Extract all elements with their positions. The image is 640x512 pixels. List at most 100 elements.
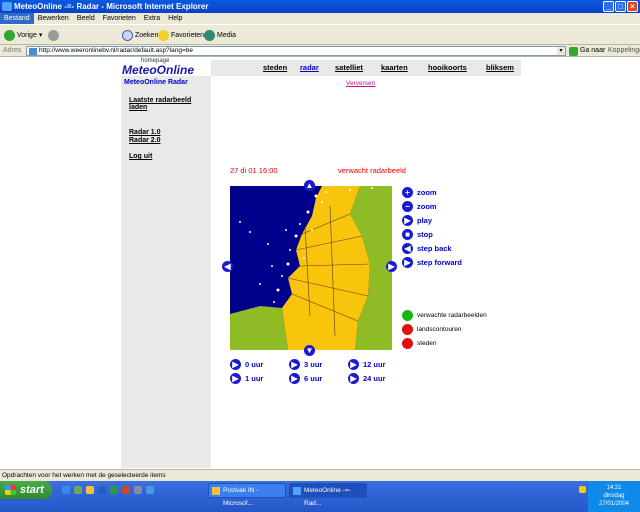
forward-arrow-icon	[48, 30, 59, 41]
radar-1-link[interactable]: Radar 1.0	[129, 129, 161, 137]
menu-favorieten[interactable]: Favorieten	[99, 13, 140, 24]
nav-kaarten[interactable]: kaarten	[381, 63, 408, 72]
favorites-button[interactable]: Favorieten	[158, 29, 204, 42]
links-label[interactable]: Koppelingen	[608, 45, 640, 57]
quicklaunch-ie-icon[interactable]	[62, 486, 70, 494]
step-forward-icon: ▶	[402, 257, 413, 268]
play-icon: ▶	[348, 359, 359, 370]
menu-help[interactable]: Help	[164, 13, 186, 24]
quicklaunch-desktop-icon[interactable]	[74, 486, 82, 494]
pan-down-button[interactable]: ▼	[304, 345, 315, 356]
zoom-in-button[interactable]: + zoom	[402, 187, 437, 198]
time-3h-button[interactable]: ▶ 3 uur	[289, 359, 322, 370]
maximize-button[interactable]: □	[615, 1, 626, 12]
address-bar: Adres http://www.weeronlinebv.nl/radar/d…	[0, 45, 640, 57]
ie-icon	[293, 487, 301, 495]
plus-icon: +	[402, 187, 413, 198]
quicklaunch-word-icon[interactable]	[98, 486, 106, 494]
site-logo[interactable]: homepage MeteoOnline	[121, 58, 211, 77]
address-input[interactable]: http://www.weeronlinebv.nl/radar/default…	[26, 46, 566, 56]
time-12h-button[interactable]: ▶ 12 uur	[348, 359, 386, 370]
radar-map[interactable]	[230, 186, 392, 350]
radar-timestamp: 27 di 01 16:00	[230, 166, 278, 175]
clock-day: dinsdag	[603, 493, 625, 499]
menu-extra[interactable]: Extra	[140, 13, 164, 24]
system-tray: 14:21 dinsdag 27/01/2004	[588, 481, 640, 512]
menu-bewerken[interactable]: Bewerken	[34, 13, 73, 24]
address-url: http://www.weeronlinebv.nl/radar/default…	[39, 47, 193, 54]
search-button[interactable]: Zoeken	[122, 29, 158, 42]
window-title: MeteoOnline -=- Radar - Microsoft Intern…	[14, 2, 209, 11]
back-arrow-icon	[4, 30, 15, 41]
pan-right-button[interactable]: ▶	[386, 261, 397, 272]
star-icon	[158, 30, 169, 41]
pan-up-button[interactable]: ▲	[304, 180, 315, 191]
outlook-icon	[212, 487, 220, 495]
task-outlook[interactable]: Postvak IN - Microsof...	[208, 483, 286, 507]
status-text: Opdrachten voor het werken met de gesele…	[2, 472, 166, 479]
menu-bestand[interactable]: Bestand	[0, 13, 34, 24]
time-1h-button[interactable]: ▶ 1 uur	[230, 373, 263, 384]
quicklaunch-powerpoint-icon[interactable]	[122, 486, 130, 494]
red-dot-icon	[402, 338, 413, 349]
task-ie[interactable]: MeteoOnline -=- Rad...	[289, 483, 367, 507]
top-nav-bg	[211, 60, 521, 76]
go-button[interactable]: Ga naar	[569, 45, 605, 57]
play-icon: ▶	[230, 373, 241, 384]
media-icon	[204, 30, 215, 41]
back-button[interactable]: Vorige ▾	[4, 29, 42, 42]
status-bar: Opdrachten voor het werken met de gesele…	[0, 469, 640, 481]
step-back-icon: ◀	[402, 243, 413, 254]
legend-cities[interactable]: steden	[402, 338, 437, 349]
time-0h-button[interactable]: ▶ 0 uur	[230, 359, 263, 370]
media-button[interactable]: Media	[204, 29, 236, 42]
title-bar: MeteoOnline -=- Radar - Microsoft Intern…	[0, 0, 640, 13]
close-button[interactable]: ×	[627, 1, 638, 12]
quicklaunch-app-icon[interactable]	[134, 486, 142, 494]
minimize-button[interactable]: _	[603, 1, 614, 12]
stop-button[interactable]: ■ stop	[402, 229, 433, 240]
clock-date: 27/01/2004	[598, 501, 630, 507]
nav-radar[interactable]: radar	[300, 63, 319, 72]
france-land	[230, 306, 288, 350]
forward-button[interactable]	[48, 29, 59, 42]
nav-hooikoorts[interactable]: hooikoorts	[428, 63, 467, 72]
address-dropdown-icon[interactable]: ▾	[557, 47, 565, 55]
quicklaunch-excel-icon[interactable]	[110, 486, 118, 494]
pan-left-button[interactable]: ◀	[222, 261, 233, 272]
legend-forecast[interactable]: verwachte radarbeelden	[402, 310, 487, 321]
legend-contours[interactable]: landscontouren	[402, 324, 461, 335]
green-dot-icon	[402, 310, 413, 321]
nav-steden[interactable]: steden	[263, 63, 287, 72]
logout-link[interactable]: Log uit	[129, 153, 152, 161]
page-icon	[29, 48, 37, 55]
search-icon	[122, 30, 133, 41]
quicklaunch-outlook-icon[interactable]	[86, 486, 94, 494]
start-button[interactable]: start	[0, 481, 52, 499]
zoom-out-button[interactable]: − zoom	[402, 201, 437, 212]
step-forward-button[interactable]: ▶ step forward	[402, 257, 462, 268]
nav-bliksem[interactable]: bliksem	[486, 63, 514, 72]
stop-square-icon: ■	[402, 229, 413, 240]
clock-time[interactable]: 14:21	[588, 484, 640, 492]
step-back-button[interactable]: ◀ step back	[402, 243, 452, 254]
minus-icon: −	[402, 201, 413, 212]
play-icon: ▶	[402, 215, 413, 226]
tray-network-icon[interactable]	[579, 486, 586, 493]
menu-beeld[interactable]: Beeld	[73, 13, 99, 24]
windows-logo-icon	[5, 485, 16, 495]
radar-2-link[interactable]: Radar 2.0	[129, 137, 161, 145]
quicklaunch-explorer-icon[interactable]	[146, 486, 154, 494]
play-icon: ▶	[289, 359, 300, 370]
latest-radar-link-2[interactable]: laden	[129, 104, 147, 112]
nav-satelliet[interactable]: satelliet	[335, 63, 363, 72]
play-button[interactable]: ▶ play	[402, 215, 432, 226]
menu-bar: Bestand Bewerken Beeld Favorieten Extra Help	[0, 13, 640, 24]
time-6h-button[interactable]: ▶ 6 uur	[289, 373, 322, 384]
logo-text: MeteoOnline	[122, 63, 195, 77]
forecast-label: verwacht radarbeeld	[338, 166, 406, 175]
time-24h-button[interactable]: ▶ 24 uur	[348, 373, 386, 384]
toolbar: Vorige ▾ Zoeken Favorieten Media	[0, 24, 640, 64]
red-dot-icon	[402, 324, 413, 335]
refresh-link[interactable]: Verversen	[346, 80, 375, 87]
